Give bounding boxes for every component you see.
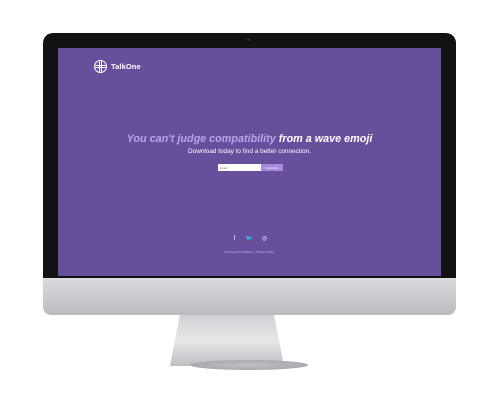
subscribe-form: Email Subscribe [218,164,283,171]
headline-accent: You can't judge compatibility [126,133,276,145]
hero-headline: You can't judge compatibility from a wav… [58,133,441,145]
website-screen: TalkOne You can't judge compatibility fr… [58,48,441,276]
twitter-icon[interactable]: 🐦 [246,235,253,242]
camera-dot [247,38,250,41]
social-links: f 🐦 ◎ [58,235,441,243]
instagram-icon[interactable]: ◎ [261,235,268,242]
monitor-chin [43,278,456,315]
headline-rest: from a wave emoji [275,133,373,145]
monitor-stand-base [190,360,308,370]
subscribe-button[interactable]: Subscribe [261,164,283,171]
email-input[interactable]: Email [218,164,261,171]
hero-subline: Download today to find a better connecti… [188,148,311,155]
footer-links[interactable]: Terms and Conditions | Privacy Policy [58,250,441,254]
monitor-bezel: TalkOne You can't judge compatibility fr… [43,33,456,278]
globe-grid-icon [94,60,107,73]
monitor: TalkOne You can't judge compatibility fr… [43,33,456,315]
facebook-icon[interactable]: f [231,235,238,242]
brand-logo[interactable]: TalkOne [94,60,141,73]
monitor-stand-neck [169,315,285,366]
brand-name: TalkOne [111,62,141,71]
